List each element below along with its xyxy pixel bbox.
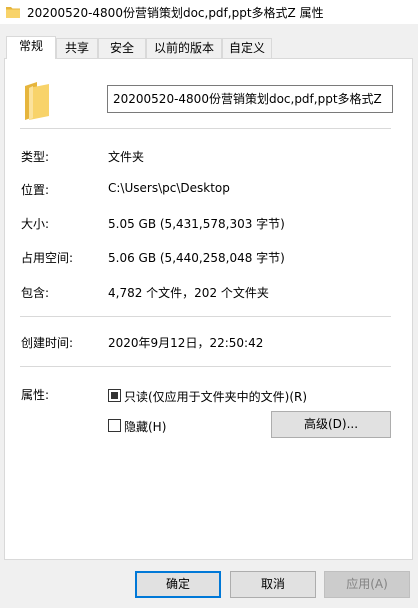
apply-button[interactable]: 应用(A) <box>324 571 410 598</box>
window-title: 20200520-4800份营销策划doc,pdf,ppt多格式Z 属性 <box>27 6 324 20</box>
cancel-button[interactable]: 取消 <box>230 571 316 598</box>
tab-general[interactable]: 常规 <box>6 36 56 59</box>
created-label: 创建时间: <box>21 336 74 350</box>
contains-label: 包含: <box>21 286 50 300</box>
folder-icon <box>25 82 49 120</box>
separator <box>20 128 391 129</box>
location-value: C:\Users\pc\Desktop <box>108 181 230 195</box>
tab-customize[interactable]: 自定义 <box>222 38 272 58</box>
disk-size-label: 占用空间: <box>21 251 74 265</box>
disk-size-value: 5.06 GB (5,440,258,048 字节) <box>108 251 285 265</box>
attributes-label: 属性: <box>21 388 50 402</box>
hidden-label[interactable]: 隐藏(H) <box>124 418 166 435</box>
location-label: 位置: <box>21 183 50 197</box>
title-bar: 20200520-4800份营销策划doc,pdf,ppt多格式Z 属性 <box>0 0 418 24</box>
advanced-button[interactable]: 高级(D)... <box>271 411 391 438</box>
size-label: 大小: <box>21 217 50 231</box>
size-value: 5.05 GB (5,431,578,303 字节) <box>108 217 285 231</box>
type-label: 类型: <box>21 150 50 164</box>
separator <box>20 316 391 317</box>
readonly-checkbox[interactable] <box>108 389 121 402</box>
general-panel <box>4 58 413 560</box>
tab-security[interactable]: 安全 <box>98 38 146 58</box>
tab-previous-versions[interactable]: 以前的版本 <box>146 38 222 58</box>
folder-name-input[interactable]: 20200520-4800份营销策划doc,pdf,ppt多格式Z <box>107 85 393 113</box>
readonly-label[interactable]: 只读(仅应用于文件夹中的文件)(R) <box>124 388 307 405</box>
hidden-checkbox[interactable] <box>108 419 121 432</box>
folder-icon <box>6 7 20 18</box>
contains-value: 4,782 个文件，202 个文件夹 <box>108 286 269 300</box>
type-value: 文件夹 <box>108 150 145 164</box>
separator <box>20 366 391 367</box>
created-value: 2020年9月12日，22:50:42 <box>108 336 264 350</box>
tab-sharing[interactable]: 共享 <box>56 38 98 58</box>
ok-button[interactable]: 确定 <box>135 571 221 598</box>
